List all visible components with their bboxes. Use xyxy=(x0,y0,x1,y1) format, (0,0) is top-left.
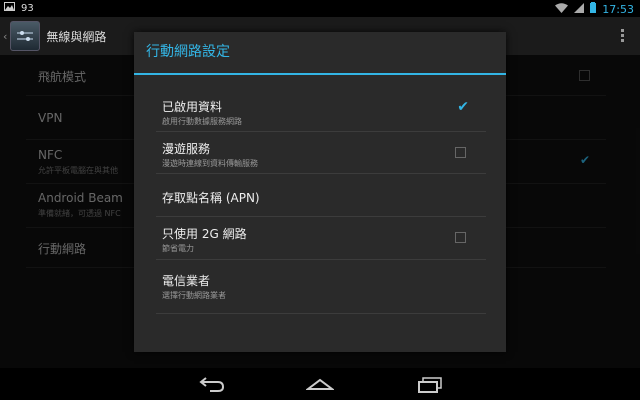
2g-only-checkbox[interactable] xyxy=(455,232,466,243)
option-data-enabled[interactable]: 已啟用資料 啟用行動數據服務網路 ✔ xyxy=(156,89,486,132)
option-2g-only[interactable]: 只使用 2G 網路 節省電力 xyxy=(156,216,486,260)
option-roaming[interactable]: 漫遊服務 漫遊時連線到資料傳輸服務 xyxy=(156,131,486,174)
image-notification-icon xyxy=(4,2,15,14)
back-icon[interactable] xyxy=(198,374,226,398)
option-label: 電信業者 xyxy=(162,274,211,288)
dialog-title: 行動網路設定 xyxy=(134,32,506,75)
option-subtitle: 選擇行動網路業者 xyxy=(162,291,226,300)
signal-icon xyxy=(574,2,585,16)
wifi-icon xyxy=(555,2,569,16)
mobile-network-settings-dialog: 行動網路設定 已啟用資料 啟用行動數據服務網路 ✔ 漫遊服務 漫遊時連線到資料傳… xyxy=(134,32,506,352)
option-label: 存取點名稱 (APN) xyxy=(162,191,260,205)
option-apn[interactable]: 存取點名稱 (APN) xyxy=(156,173,486,217)
overflow-menu-icon[interactable] xyxy=(621,27,624,44)
option-subtitle: 啟用行動數據服務網路 xyxy=(162,117,242,126)
home-icon[interactable] xyxy=(305,374,335,398)
navigation-bar xyxy=(0,368,640,400)
option-subtitle: 節省電力 xyxy=(162,244,194,253)
clock: 17:53 xyxy=(602,2,634,16)
option-network-operators[interactable]: 電信業者 選擇行動網路業者 xyxy=(156,259,486,314)
page-title: 無線與網路 xyxy=(46,29,107,44)
chevron-left-icon[interactable]: ‹ xyxy=(3,30,7,43)
status-bar: 93 17:53 xyxy=(0,0,640,17)
roaming-checkbox[interactable] xyxy=(455,147,466,158)
option-label: 漫遊服務 xyxy=(162,142,211,156)
battery-icon xyxy=(590,2,597,16)
data-enabled-checkbox[interactable]: ✔ xyxy=(457,99,469,115)
recents-icon[interactable] xyxy=(416,374,444,398)
settings-app-icon[interactable] xyxy=(10,21,41,51)
option-label: 已啟用資料 xyxy=(162,100,223,114)
battery-level-text: 93 xyxy=(21,2,34,14)
option-subtitle: 漫遊時連線到資料傳輸服務 xyxy=(162,159,258,168)
option-label: 只使用 2G 網路 xyxy=(162,227,247,241)
